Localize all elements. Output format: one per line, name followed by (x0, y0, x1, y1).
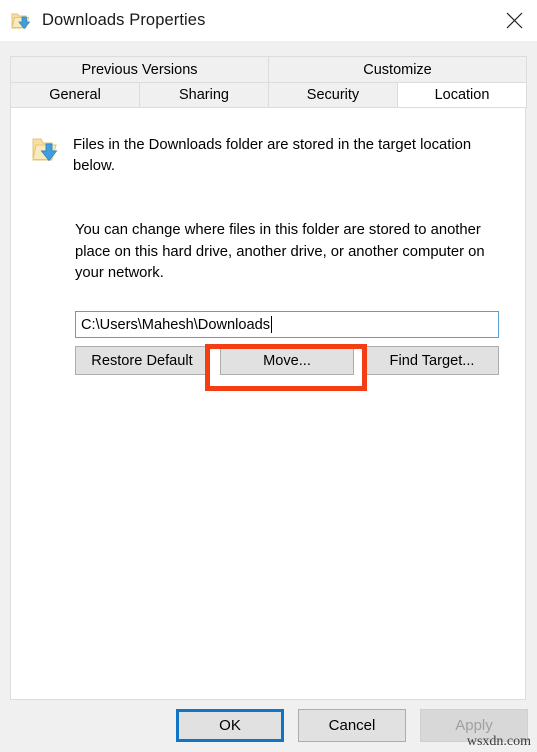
move-button[interactable]: Move... (220, 346, 354, 375)
tab-security[interactable]: Security (268, 82, 398, 108)
tab-location[interactable]: Location (397, 82, 527, 108)
tab-customize[interactable]: Customize (268, 56, 527, 82)
close-icon[interactable] (491, 0, 537, 41)
button-label: OK (219, 717, 241, 734)
tab-strip: Previous Versions Customize General Shar… (10, 56, 527, 108)
folder-path-input[interactable]: C:\Users\Mahesh\Downloads (75, 311, 499, 338)
tab-row-bottom: General Sharing Security Location (10, 82, 527, 108)
downloads-folder-icon (32, 136, 62, 164)
description-text: You can change where files in this folde… (75, 222, 485, 281)
tab-sharing[interactable]: Sharing (139, 82, 269, 108)
intro-block: Files in the Downloads folder are stored… (32, 135, 492, 177)
tab-label: Security (306, 87, 360, 103)
ok-button[interactable]: OK (176, 709, 284, 742)
tab-label: Location (434, 87, 490, 103)
button-label: Restore Default (91, 352, 193, 369)
button-label: Apply (455, 717, 493, 734)
location-tab-panel: Files in the Downloads folder are stored… (10, 108, 526, 700)
button-label: Cancel (328, 717, 376, 734)
properties-dialog: Previous Versions Customize General Shar… (0, 41, 537, 752)
button-label: Move... (263, 352, 311, 369)
tab-label: Previous Versions (81, 61, 198, 78)
watermark: wsxdn.com (466, 734, 531, 749)
restore-default-button[interactable]: Restore Default (75, 346, 209, 375)
tab-label: General (49, 87, 101, 103)
find-target-button[interactable]: Find Target... (365, 346, 499, 375)
tab-row-top: Previous Versions Customize (10, 56, 527, 82)
location-action-buttons: Restore Default Move... Find Target... (75, 346, 499, 375)
window-title: Downloads Properties (42, 11, 206, 29)
tab-label: Sharing (179, 87, 229, 103)
folder-path-value: C:\Users\Mahesh\Downloads (81, 316, 270, 333)
cancel-button[interactable]: Cancel (298, 709, 406, 742)
tab-previous-versions[interactable]: Previous Versions (10, 56, 269, 82)
downloads-folder-icon (11, 11, 33, 31)
tab-label: Customize (363, 61, 432, 78)
button-label: Find Target... (389, 352, 475, 369)
tab-general[interactable]: General (10, 82, 140, 108)
text-caret (271, 316, 272, 333)
title-bar: Downloads Properties (0, 0, 537, 41)
intro-text: Files in the Downloads folder are stored… (73, 137, 472, 174)
dialog-footer: OK Cancel Apply wsxdn.com (0, 701, 537, 752)
